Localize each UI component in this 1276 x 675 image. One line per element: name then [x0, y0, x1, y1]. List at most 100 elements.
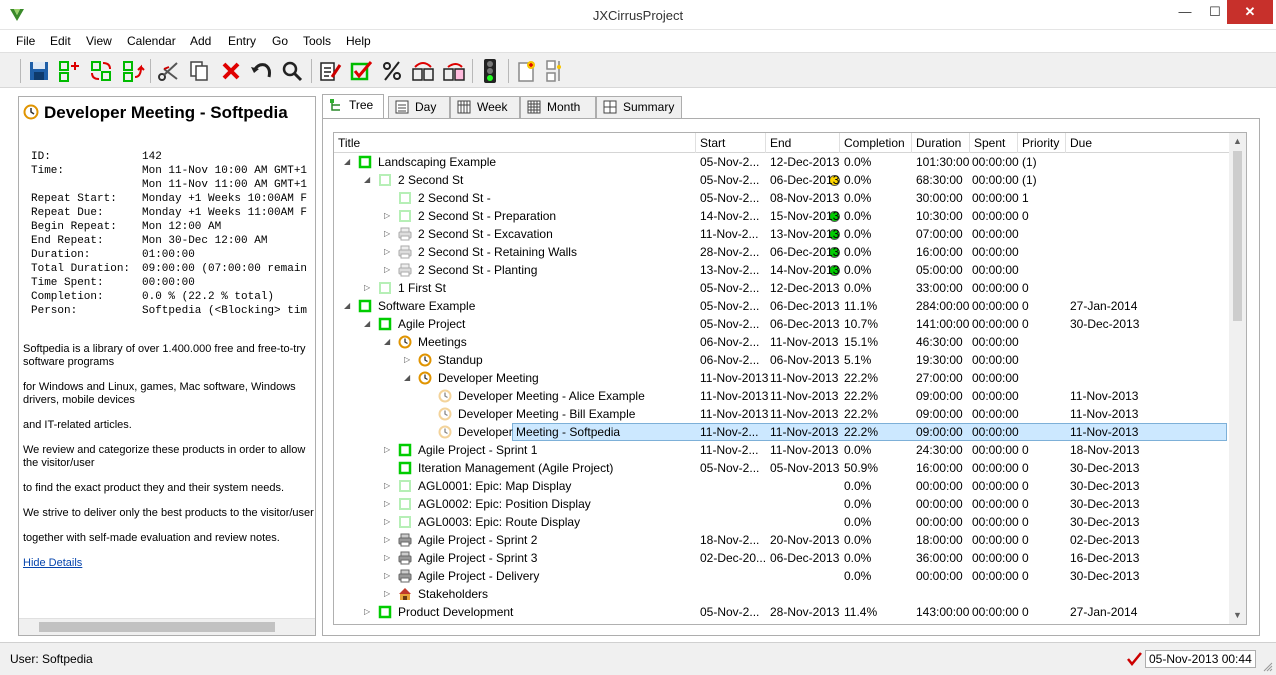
- expand-arrow-icon[interactable]: ▷: [364, 283, 372, 293]
- reschedule-button[interactable]: [441, 58, 467, 84]
- tree-row[interactable]: ◢ Software Example 05-Nov-2... 06-Dec-2013 1…: [334, 297, 1232, 315]
- expand-arrow-icon[interactable]: ▷: [384, 247, 392, 257]
- tree-row[interactable]: ◢ Meetings 06-Nov-2... 11-Nov-2013 15.1% 46:3…: [334, 333, 1232, 351]
- complete-button[interactable]: [348, 58, 374, 84]
- task-tree[interactable]: Title Start End Completion Duration Spen…: [333, 132, 1247, 625]
- menu-help[interactable]: Help: [346, 34, 371, 48]
- expand-arrow-icon[interactable]: ▷: [384, 229, 392, 239]
- expand-arrow-icon[interactable]: ▷: [384, 481, 392, 491]
- tab-month[interactable]: Month: [520, 96, 596, 118]
- tree-row[interactable]: ▷ 2 Second St - Excavation 11-Nov-2... 13-N…: [334, 225, 1232, 243]
- tree-row[interactable]: Developer Meeting - Softpedia 11-Nov-2...…: [334, 423, 1232, 441]
- column-priority[interactable]: Priority: [1018, 133, 1066, 153]
- percent-button[interactable]: [379, 58, 405, 84]
- column-completion[interactable]: Completion: [840, 133, 912, 153]
- menu-edit[interactable]: Edit: [50, 34, 71, 48]
- tree-row[interactable]: ▷ 2 Second St - Retaining Walls 28-Nov-2..…: [334, 243, 1232, 261]
- tree-row[interactable]: ▷ AGL0002: Epic: Position Display 0.0% 00:0…: [334, 495, 1232, 513]
- collapse-arrow-icon[interactable]: ◢: [364, 175, 372, 185]
- cell-duration: 05:00:00: [916, 263, 963, 277]
- column-start[interactable]: Start: [696, 133, 766, 153]
- tree-row[interactable]: ▷ Agile Project - Sprint 1 11-Nov-2... 11-N…: [334, 441, 1232, 459]
- delete-button[interactable]: [218, 58, 244, 84]
- tree-row[interactable]: ◢ Landscaping Example 05-Nov-2... 12-Dec-20…: [334, 153, 1232, 171]
- details-horizontal-scrollbar[interactable]: [19, 618, 315, 635]
- cut-button[interactable]: [155, 58, 181, 84]
- tab-summary[interactable]: Summary: [596, 96, 682, 118]
- expand-arrow-icon[interactable]: ▷: [384, 499, 392, 509]
- save-button[interactable]: [26, 58, 52, 84]
- tree-row[interactable]: ▷ Product Development 05-Nov-2... 28-Nov-20…: [334, 603, 1232, 621]
- traffic-light-button[interactable]: [477, 58, 503, 84]
- tree-row[interactable]: Developer Meeting - Bill Example 11-Nov-2…: [334, 405, 1232, 423]
- tree-row[interactable]: ▷ Agile Project - Sprint 3 02-Dec-20... 06-…: [334, 549, 1232, 567]
- undo-button[interactable]: [249, 58, 275, 84]
- menu-view[interactable]: View: [86, 34, 112, 48]
- hide-details-link[interactable]: Hide Details: [23, 557, 82, 569]
- copy-button[interactable]: [186, 58, 212, 84]
- move-up-button[interactable]: [120, 58, 146, 84]
- menu-tools[interactable]: Tools: [303, 34, 331, 48]
- minimize-button[interactable]: —: [1168, 0, 1202, 24]
- tree-row[interactable]: ▷ AGL0001: Epic: Map Display 0.0% 00:00:00 0…: [334, 477, 1232, 495]
- menu-calendar[interactable]: Calendar: [127, 34, 176, 48]
- tree-row[interactable]: Iteration Management (Agile Project) 05-N…: [334, 459, 1232, 477]
- tab-day[interactable]: Day: [388, 96, 450, 118]
- scrollbar-thumb[interactable]: [1233, 151, 1242, 321]
- move-button[interactable]: [88, 58, 114, 84]
- expand-arrow-icon[interactable]: ▷: [384, 265, 392, 275]
- tree-row[interactable]: ▷ 1 First St 05-Nov-2... 12-Dec-2013 0.0% 33:…: [334, 279, 1232, 297]
- collapse-arrow-icon[interactable]: ◢: [364, 319, 372, 329]
- tree-row[interactable]: ◢ 2 Second St 05-Nov-2... 06-Dec-2013 0.0% 68…: [334, 171, 1232, 189]
- scroll-up-arrow-icon[interactable]: ▲: [1229, 133, 1246, 150]
- menu-add[interactable]: Add: [190, 34, 211, 48]
- expand-arrow-icon[interactable]: ▷: [384, 535, 392, 545]
- tab-week[interactable]: Week: [450, 96, 520, 118]
- collapse-arrow-icon[interactable]: ◢: [344, 301, 352, 311]
- attribute-key: ID:: [31, 151, 51, 163]
- tree-row[interactable]: ▷ Stakeholders: [334, 585, 1232, 603]
- tree-row[interactable]: ▷ Standup 06-Nov-2... 06-Nov-2013 5.1% 19:30:…: [334, 351, 1232, 369]
- tree-row[interactable]: Developer Meeting - Alice Example 11-Nov-…: [334, 387, 1232, 405]
- tree-row[interactable]: ▷ 2 Second St - Preparation 14-Nov-2... 15-…: [334, 207, 1232, 225]
- expand-arrow-icon[interactable]: ▷: [384, 553, 392, 563]
- column-due[interactable]: Due: [1066, 133, 1234, 153]
- tab-tree[interactable]: Tree: [322, 94, 384, 119]
- expand-arrow-icon[interactable]: ▷: [384, 571, 392, 581]
- tree-row[interactable]: 2 Second St - 05-Nov-2... 08-Nov-2013 0.0% 3…: [334, 189, 1232, 207]
- expand-arrow-icon[interactable]: ▷: [404, 355, 412, 365]
- tree-row[interactable]: ▷ 2 Second St - Planting 13-Nov-2... 14-Nov…: [334, 261, 1232, 279]
- close-button[interactable]: ✕: [1227, 0, 1273, 24]
- menu-file[interactable]: File: [16, 34, 35, 48]
- expand-arrow-icon[interactable]: ▷: [364, 607, 372, 617]
- scroll-down-arrow-icon[interactable]: ▼: [1229, 607, 1246, 624]
- new-note-button[interactable]: [514, 58, 540, 84]
- tree-vertical-scrollbar[interactable]: ▲ ▼: [1229, 133, 1246, 624]
- expand-arrow-icon[interactable]: ▷: [384, 517, 392, 527]
- expand-arrow-icon[interactable]: ▷: [384, 211, 392, 221]
- column-end[interactable]: End: [766, 133, 840, 153]
- collapse-arrow-icon[interactable]: ◢: [344, 157, 352, 167]
- add-child-button[interactable]: [56, 58, 82, 84]
- collapse-arrow-icon[interactable]: ◢: [404, 373, 412, 383]
- tree-row[interactable]: ▷ Agile Project - Sprint 2 18-Nov-2... 20-N…: [334, 531, 1232, 549]
- edit-button[interactable]: [317, 58, 343, 84]
- collapse-arrow-icon[interactable]: ◢: [384, 337, 392, 347]
- menu-go[interactable]: Go: [272, 34, 288, 48]
- column-title[interactable]: Title: [334, 133, 696, 153]
- expand-arrow-icon[interactable]: ▷: [384, 589, 392, 599]
- tree-row[interactable]: ▷ Agile Project - Delivery 0.0% 00:00:00 00:…: [334, 567, 1232, 585]
- search-button[interactable]: [279, 58, 305, 84]
- tree-row[interactable]: ▷ AGL0003: Epic: Route Display 0.0% 00:00:0…: [334, 513, 1232, 531]
- tree-row[interactable]: ◢ Developer Meeting 11-Nov-2013 11-Nov-2013…: [334, 369, 1232, 387]
- split-button[interactable]: [543, 58, 569, 84]
- column-duration[interactable]: Duration: [912, 133, 970, 153]
- cell-priority: 0: [1022, 497, 1029, 511]
- tree-row[interactable]: ◢ Agile Project 05-Nov-2... 06-Dec-2013 10.7…: [334, 315, 1232, 333]
- resize-grip-icon[interactable]: [1263, 662, 1273, 672]
- expand-arrow-icon[interactable]: ▷: [384, 445, 392, 455]
- menu-entry[interactable]: Entry: [228, 34, 256, 48]
- column-spent[interactable]: Spent: [970, 133, 1018, 153]
- scrollbar-thumb[interactable]: [39, 622, 275, 632]
- schedule-button[interactable]: [410, 58, 436, 84]
